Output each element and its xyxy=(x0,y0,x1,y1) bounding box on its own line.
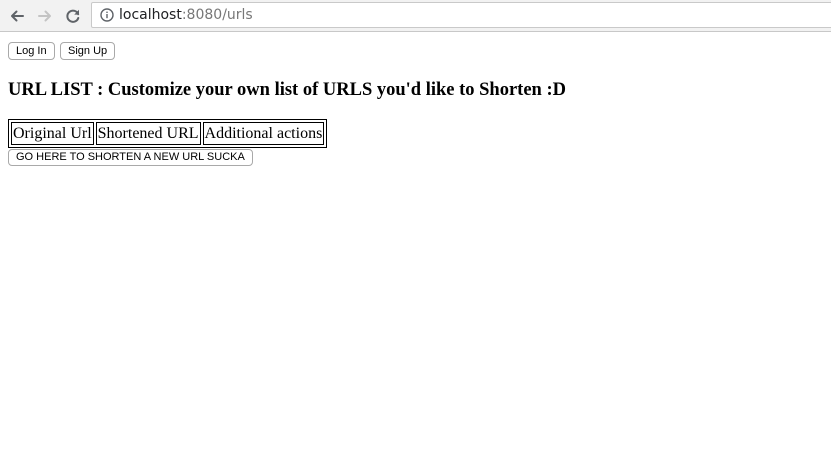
login-button[interactable]: Log In xyxy=(8,42,55,60)
url-table: Original Url Shortened URL Additional ac… xyxy=(8,119,328,148)
column-header-additional-actions: Additional actions xyxy=(202,122,325,145)
browser-toolbar: localhost:8080/urls xyxy=(0,0,831,32)
info-circle-icon[interactable] xyxy=(100,8,114,22)
back-button[interactable] xyxy=(6,5,28,27)
column-header-original-url: Original Url xyxy=(11,122,94,145)
column-header-shortened-url: Shortened URL xyxy=(95,122,201,145)
signup-button[interactable]: Sign Up xyxy=(60,42,116,60)
address-url[interactable]: localhost:8080/urls xyxy=(119,7,253,24)
reload-icon xyxy=(66,9,80,23)
arrow-left-icon xyxy=(11,10,24,22)
reload-button[interactable] xyxy=(62,5,84,27)
url-host: localhost xyxy=(119,7,182,23)
page-content: Log In Sign Up URL LIST : Customize your… xyxy=(0,33,831,459)
address-bar[interactable]: localhost:8080/urls xyxy=(91,2,831,28)
shorten-new-url-button[interactable]: GO HERE TO SHORTEN A NEW URL SUCKA xyxy=(8,149,253,166)
arrow-right-icon xyxy=(38,10,51,22)
url-path: :8080/urls xyxy=(181,7,253,23)
forward-button[interactable] xyxy=(34,5,56,27)
table-header-row: Original Url Shortened URL Additional ac… xyxy=(11,122,325,145)
page-title: URL LIST : Customize your own list of UR… xyxy=(8,80,566,100)
